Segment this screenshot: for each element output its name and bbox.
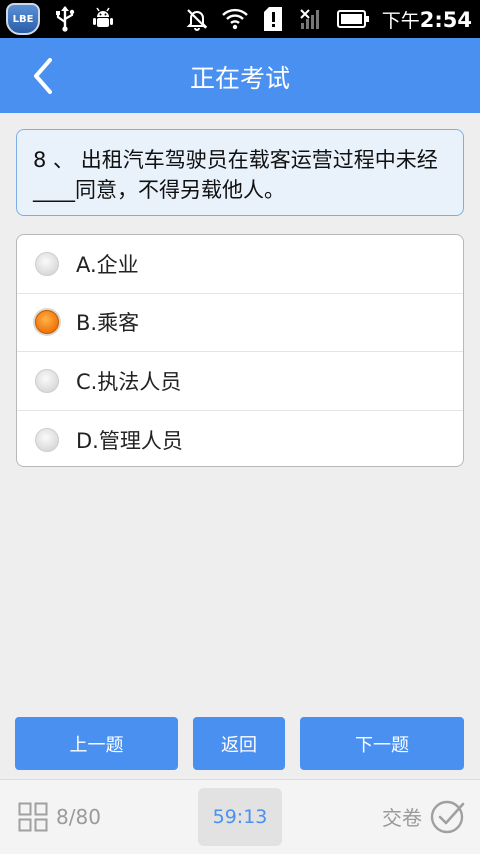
option-d[interactable]: D.管理人员: [17, 411, 463, 467]
clock-prefix: 下午: [381, 9, 420, 32]
next-question-button[interactable]: 下一题: [300, 717, 464, 770]
usb-icon: [52, 6, 78, 32]
progress-counter: 8/80: [56, 805, 101, 829]
grid-icon: [18, 802, 48, 832]
question-progress-button[interactable]: 8/80: [18, 802, 101, 832]
app-header: 正在考试: [0, 38, 480, 113]
submit-exam-button[interactable]: 交卷: [382, 798, 466, 834]
option-label: A.企业: [76, 252, 139, 277]
android-debug-icon: [90, 6, 116, 32]
sd-card-alert-icon: [260, 6, 286, 32]
radio-unselected-icon[interactable]: [35, 368, 59, 393]
option-a[interactable]: A.企业: [17, 235, 463, 294]
check-circle-icon: [430, 800, 465, 834]
clock-time: 2:54: [419, 7, 472, 32]
return-button[interactable]: 返回: [193, 717, 285, 770]
option-c[interactable]: C.执法人员: [17, 352, 463, 411]
bottom-bar: 8/80 59:13 交卷: [0, 779, 480, 854]
lbe-badge-icon: LBE: [6, 3, 40, 35]
radio-unselected-icon[interactable]: [35, 251, 59, 276]
no-signal-icon: [298, 6, 324, 32]
options-list: A.企业 B.乘客 C.执法人员 D.管理人员: [16, 234, 464, 467]
status-clock: 下午2:54: [382, 6, 472, 33]
notifications-off-icon: [184, 6, 210, 32]
option-label: C.执法人员: [76, 369, 182, 394]
wifi-icon: [221, 6, 248, 32]
option-label: B.乘客: [76, 311, 140, 336]
submit-label: 交卷: [382, 805, 422, 830]
previous-question-button[interactable]: 上一题: [15, 717, 178, 770]
radio-unselected-icon[interactable]: [35, 427, 59, 452]
option-b[interactable]: B.乘客: [17, 294, 463, 352]
countdown-timer: 59:13: [198, 788, 282, 846]
radio-selected-icon[interactable]: [35, 310, 59, 335]
question-text: 8 、 出租汽车驾驶员在载客运营过程中未经____同意，不得另载他人。: [16, 129, 464, 216]
battery-icon: [336, 6, 370, 32]
page-title: 正在考试: [189, 64, 290, 93]
status-bar: LBE 下午2:54: [0, 0, 480, 38]
option-label: D.管理人员: [76, 428, 183, 453]
